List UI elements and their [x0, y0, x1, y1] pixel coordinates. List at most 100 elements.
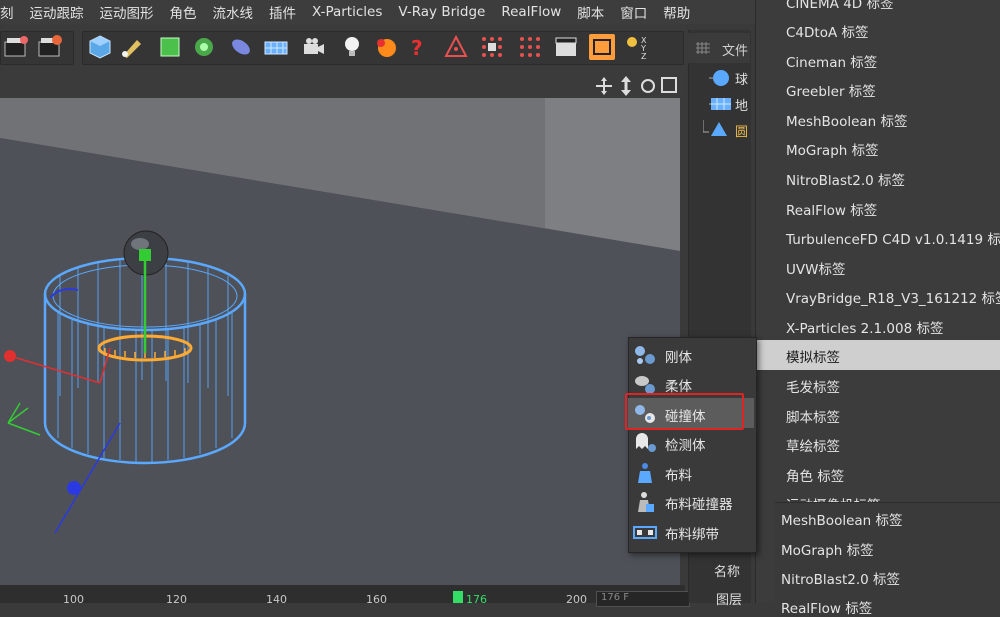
- tag-item-mograph[interactable]: MoGraph 标签: [786, 139, 879, 159]
- timeline-tick: 100: [63, 593, 84, 606]
- tag-item-mograph[interactable]: MoGraph 标签: [781, 539, 874, 559]
- nurbs-icon[interactable]: [157, 34, 183, 60]
- current-frame-label: 176: [466, 593, 487, 606]
- tag-item-hair[interactable]: 毛发标签: [786, 376, 840, 396]
- render-settings-icon[interactable]: [37, 34, 63, 60]
- material-icon[interactable]: [373, 34, 399, 60]
- floor-icon[interactable]: [263, 34, 289, 60]
- submenu-label: 布料: [665, 468, 692, 484]
- tag-item-cinema4d[interactable]: CINEMA 4D 标签: [786, 0, 894, 12]
- menu-item-script[interactable]: 脚本: [577, 2, 604, 22]
- snap-icon[interactable]: [443, 34, 469, 60]
- object-row-sphere[interactable]: 球: [689, 66, 751, 90]
- object-manager-tab[interactable]: 文件: [688, 33, 750, 63]
- cube-icon[interactable]: [87, 34, 113, 60]
- light-icon[interactable]: [339, 34, 365, 60]
- timeline-tick: 120: [166, 593, 187, 606]
- tag-item-meshboolean[interactable]: MeshBoolean 标签: [786, 110, 908, 130]
- tag-item-turbulencefd[interactable]: TurbulenceFD C4D v1.0.1419 标签: [786, 228, 1000, 248]
- ghost-body-icon: [636, 433, 656, 452]
- tag-item-nitroblast[interactable]: NitroBlast2.0 标签: [781, 568, 900, 588]
- menu-item-help[interactable]: 帮助: [663, 2, 690, 22]
- tag-item-meshboolean[interactable]: MeshBoolean 标签: [781, 509, 903, 529]
- object-label: 球: [735, 73, 749, 88]
- submenu-item-cloth[interactable]: 布料: [628, 458, 755, 487]
- tag-item-script[interactable]: 脚本标签: [786, 406, 840, 426]
- attr-name-label: 名称: [714, 565, 741, 580]
- help-question-icon[interactable]: ?: [405, 34, 431, 60]
- timeline-tick: 140: [266, 593, 287, 606]
- menu-item-partial[interactable]: 刻: [0, 2, 14, 22]
- render-toolbar-group: [0, 31, 74, 65]
- object-toolbar-group: ? XYZ: [82, 31, 684, 65]
- cloth-collider-icon: [638, 492, 654, 512]
- timeline-tick: 160: [366, 593, 387, 606]
- tag-item-realflow[interactable]: RealFlow 标签: [781, 597, 872, 617]
- sphere-icon: [709, 70, 729, 86]
- submenu-label: 检测体: [665, 438, 706, 454]
- object-row-cone[interactable]: 圆: [689, 118, 751, 142]
- annotation-red-box: [625, 393, 744, 430]
- maximize-view-icon[interactable]: [661, 77, 677, 93]
- menu-item-x-particles[interactable]: X-Particles: [312, 4, 382, 20]
- tag-item-c4dtoa[interactable]: C4DtoA 标签: [786, 21, 869, 41]
- submenu-label: 刚体: [665, 350, 692, 366]
- active-view-icon[interactable]: [589, 34, 615, 60]
- viewport-nav-icons: [596, 76, 677, 96]
- tag-item-cineman[interactable]: Cineman 标签: [786, 51, 877, 71]
- frame-field[interactable]: 176 F: [596, 591, 690, 607]
- grid-icon[interactable]: [517, 34, 543, 60]
- move-view-icon[interactable]: [596, 77, 612, 95]
- tag-item-realflow[interactable]: RealFlow 标签: [786, 199, 877, 219]
- menu-item-mograph[interactable]: 运动图形: [100, 2, 154, 22]
- clapper-icon[interactable]: [553, 34, 579, 60]
- workplane-icon[interactable]: [479, 34, 505, 60]
- rigid-body-icon: [635, 346, 655, 364]
- toolbar: ? XYZ: [0, 24, 685, 70]
- menu-item-vray-bridge[interactable]: V-Ray Bridge: [398, 4, 485, 20]
- menu-item-motion-tracking[interactable]: 运动跟踪: [30, 2, 84, 22]
- tag-item-vraybridge[interactable]: VrayBridge_R18_V3_161212 标签: [786, 287, 1000, 307]
- pen-spline-icon[interactable]: [119, 34, 145, 60]
- submenu-item-cloth-collider[interactable]: 布料碰撞器: [628, 487, 755, 516]
- menu-item-character[interactable]: 角色: [170, 2, 197, 22]
- submenu-item-cloth-belt[interactable]: 布料绑带: [628, 517, 755, 546]
- tag-item-nitroblast[interactable]: NitroBlast2.0 标签: [786, 169, 905, 189]
- floor-icon: [709, 98, 731, 110]
- zoom-view-icon[interactable]: [621, 76, 631, 96]
- 3d-viewport[interactable]: [0, 98, 680, 585]
- object-row-floor[interactable]: 地: [689, 92, 751, 116]
- menu-item-plugins[interactable]: 插件: [269, 2, 296, 22]
- tag-item-simulation[interactable]: 模拟标签: [786, 346, 840, 366]
- submenu-label: 布料碰撞器: [665, 497, 733, 513]
- object-label: 地: [735, 99, 749, 114]
- deformer-icon[interactable]: [228, 34, 254, 60]
- overlapping-tag-panel: MeshBoolean 标签 MoGraph 标签 NitroBlast2.0 …: [775, 502, 1000, 617]
- submenu-label: 柔体: [665, 379, 692, 395]
- z-axis-handle: [67, 481, 81, 495]
- rotate-view-icon[interactable]: [641, 79, 655, 93]
- tag-item-sketch[interactable]: 草绘标签: [786, 435, 840, 455]
- menu-item-realflow[interactable]: RealFlow: [501, 4, 561, 20]
- tag-item-x-particles[interactable]: X-Particles 2.1.008 标签: [786, 317, 943, 337]
- x-axis-handle: [4, 350, 16, 362]
- submenu-items: 刚体 柔体 碰撞体 检测体 布料 布料碰撞器 布料绑带: [628, 337, 755, 551]
- playhead-marker[interactable]: [453, 591, 463, 603]
- tag-item-uvw[interactable]: UVW标签: [786, 258, 845, 278]
- menu-item-window[interactable]: 窗口: [620, 2, 647, 22]
- menu-item-pipeline[interactable]: 流水线: [213, 2, 254, 22]
- submenu-item-ghost-body[interactable]: 检测体: [628, 428, 755, 457]
- tag-item-character[interactable]: 角色 标签: [786, 465, 844, 485]
- timeline[interactable]: 100 120 140 160 176 200: [0, 585, 685, 606]
- array-icon[interactable]: [191, 34, 217, 60]
- camera-icon[interactable]: [301, 34, 327, 60]
- y-axis-handle: [139, 249, 151, 261]
- tag-item-greebler[interactable]: Greebler 标签: [786, 80, 876, 100]
- render-region-icon[interactable]: [3, 34, 29, 60]
- submenu-item-rigid-body[interactable]: 刚体: [628, 340, 755, 369]
- cone-icon: [703, 120, 727, 136]
- cloth-belt-icon: [633, 526, 657, 539]
- svg-text:?: ?: [411, 36, 423, 60]
- file-menu-label: 文件: [722, 44, 749, 59]
- axis-xyz-icon[interactable]: XYZ: [623, 34, 649, 60]
